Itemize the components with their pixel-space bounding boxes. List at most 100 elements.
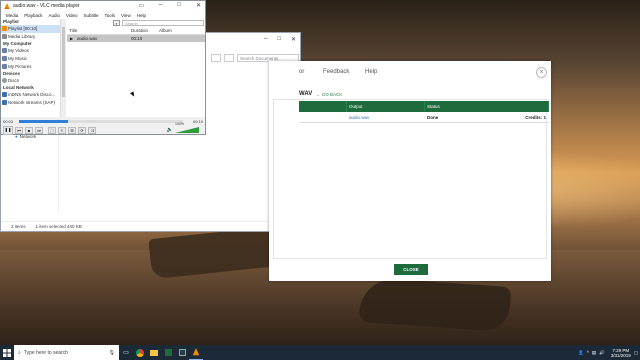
volume-icon[interactable]: 🔊 xyxy=(599,350,605,356)
shuffle-button[interactable]: ⤨ xyxy=(88,126,96,134)
sidebar-item-my-videos[interactable]: My Videos xyxy=(1,47,60,55)
sidebar-item-my-music[interactable]: My Music xyxy=(1,55,60,63)
scrollbar-thumb[interactable] xyxy=(62,27,65,97)
seek-progress xyxy=(19,120,69,123)
close-icon[interactable]: ✕ xyxy=(291,36,296,43)
menu-playback[interactable]: Playback xyxy=(21,13,45,18)
vlc-window[interactable]: audio.wav - VLC media player ▭ – □ ✕ Med… xyxy=(0,0,206,135)
sidebar-item-label: My Videos xyxy=(8,48,29,53)
menu-tools[interactable]: Tools xyxy=(102,13,119,18)
disc-icon xyxy=(2,78,7,83)
credits-label: Credits: 1 xyxy=(525,114,546,120)
col-status: Status xyxy=(425,101,549,112)
nav-item-converter[interactable]: or xyxy=(299,69,304,75)
file-explorer-icon[interactable] xyxy=(147,345,161,360)
sidebar-item-sap[interactable]: Network streams (SAP) xyxy=(1,99,60,107)
notifications-icon[interactable]: ▢ xyxy=(634,350,638,356)
sidebar-item-label: My Music xyxy=(8,56,27,61)
col-album[interactable]: Album xyxy=(157,28,197,34)
nav-item-help[interactable]: Help xyxy=(365,69,377,75)
vlc-cone-icon xyxy=(192,348,200,356)
taskbar-search-placeholder: Type here to search xyxy=(23,349,69,356)
extended-settings-button[interactable]: ≡ xyxy=(58,126,66,134)
chrome-icon[interactable] xyxy=(133,345,147,360)
next-button[interactable]: ⏭ xyxy=(35,126,43,134)
fullscreen-button[interactable]: ⛶ xyxy=(48,126,56,134)
refresh-icon[interactable] xyxy=(224,53,234,62)
sidebar-item-mdns[interactable]: mDNS Network Disco... xyxy=(1,91,60,99)
minimize-icon[interactable]: – xyxy=(159,2,162,9)
app-green-icon[interactable] xyxy=(161,345,175,360)
playlist-icon xyxy=(2,26,7,31)
cell-output-link[interactable]: audio.wav xyxy=(347,112,425,122)
menu-subtitle[interactable]: Subtitle xyxy=(80,13,101,18)
seek-slider[interactable] xyxy=(19,120,183,123)
stop-button[interactable]: ■ xyxy=(25,126,33,134)
vlc-menubar: Media Playback Audio Video Subtitle Tool… xyxy=(1,11,205,19)
loop-button[interactable]: ⟳ xyxy=(78,126,86,134)
explorer-statusbar: 2 items 1 item selected 440 KB xyxy=(1,221,300,231)
menu-view[interactable]: View xyxy=(118,13,134,18)
miniplayer-icon[interactable]: ▭ xyxy=(138,2,144,9)
playlist-toggle-button[interactable]: ☰ xyxy=(68,126,76,134)
go-back-link[interactable]: ← GO BACK xyxy=(316,92,342,97)
converter-results-panel xyxy=(273,99,547,259)
menu-video[interactable]: Video xyxy=(63,13,80,18)
chevron-up-icon[interactable]: ^ xyxy=(587,350,589,355)
app-dark-icon[interactable] xyxy=(175,345,189,360)
close-icon[interactable]: ✕ xyxy=(196,2,201,9)
page-title: WAV xyxy=(299,91,313,97)
results-table: Output Status audio.wav Done Credits: 1 xyxy=(299,101,549,123)
selection-info: 1 item selected 440 KB xyxy=(35,224,82,229)
pictures-folder-icon xyxy=(2,64,7,69)
windows-icon xyxy=(3,348,11,357)
playlist-table: ⌕ Search Title Duration Album ▶ audio.wa… xyxy=(67,19,205,117)
play-indicator-icon: ▶ xyxy=(70,36,74,41)
video-folder-icon xyxy=(2,48,7,53)
pause-button[interactable]: ❚❚ xyxy=(3,125,13,135)
sidebar-item-playlist[interactable]: Playlist [00:10] xyxy=(1,25,60,33)
vlc-sidebar: Playlist Playlist [00:10] Media Library … xyxy=(1,19,61,117)
start-button[interactable] xyxy=(0,345,14,360)
clock-date: 3/31/2019 xyxy=(610,352,631,358)
sidebar-item-label: My Pictures xyxy=(8,64,32,69)
volume-slider[interactable]: 100% xyxy=(175,122,199,133)
menu-media[interactable]: Media xyxy=(3,13,21,18)
sidebar-item-label: Playlist [00:10] xyxy=(8,26,38,31)
sidebar-item-discs[interactable]: Discs xyxy=(1,77,60,85)
sidebar-scrollbar[interactable] xyxy=(61,19,66,117)
col-title[interactable]: Title xyxy=(67,28,129,34)
menu-help[interactable]: Help xyxy=(134,13,149,18)
sidebar-item-my-pictures[interactable]: My Pictures xyxy=(1,63,60,71)
playlist-search-input[interactable]: Search xyxy=(122,20,204,26)
table-row[interactable]: ▶ audio.wav 00:10 xyxy=(67,35,205,42)
speaker-icon[interactable]: 🔈 xyxy=(167,127,173,133)
nav-item-feedback[interactable]: Feedback xyxy=(323,69,349,75)
col-duration[interactable]: Duration xyxy=(129,28,157,34)
menu-audio[interactable]: Audio xyxy=(46,13,64,18)
network-icon xyxy=(2,100,7,105)
task-view-icon[interactable]: ▭ xyxy=(119,345,133,360)
minimize-icon[interactable]: – xyxy=(264,36,267,42)
clock[interactable]: 7:29 PM 3/31/2019 xyxy=(611,348,631,358)
sidebar-item-media-library[interactable]: Media Library xyxy=(1,33,60,41)
previous-button[interactable]: ⏮ xyxy=(15,126,23,134)
search-icon: ⌕ xyxy=(18,349,21,356)
maximize-icon[interactable]: □ xyxy=(277,36,281,42)
playlist-header: Title Duration Album xyxy=(67,28,205,35)
status-badge: Done xyxy=(427,114,439,120)
item-count: 2 items xyxy=(11,224,26,229)
close-icon[interactable]: × xyxy=(536,67,547,78)
microphone-icon[interactable]: 🎙 xyxy=(109,350,115,356)
search-icon[interactable]: ⌕ xyxy=(113,20,120,26)
chevron-down-icon[interactable] xyxy=(211,53,221,62)
network-icon[interactable]: ▤ xyxy=(592,350,596,356)
maximize-icon[interactable]: □ xyxy=(177,2,181,9)
time-elapsed: 00:03 xyxy=(3,118,14,124)
music-folder-icon xyxy=(2,56,7,61)
taskbar-search-input[interactable]: ⌕ Type here to search 🎙 xyxy=(14,345,119,360)
people-icon[interactable]: 👤 xyxy=(578,350,584,356)
close-button[interactable]: CLOSE xyxy=(394,264,428,275)
vlc-titlebar[interactable]: audio.wav - VLC media player ▭ – □ ✕ xyxy=(1,1,205,11)
vlc-taskbar-icon[interactable] xyxy=(189,345,203,360)
